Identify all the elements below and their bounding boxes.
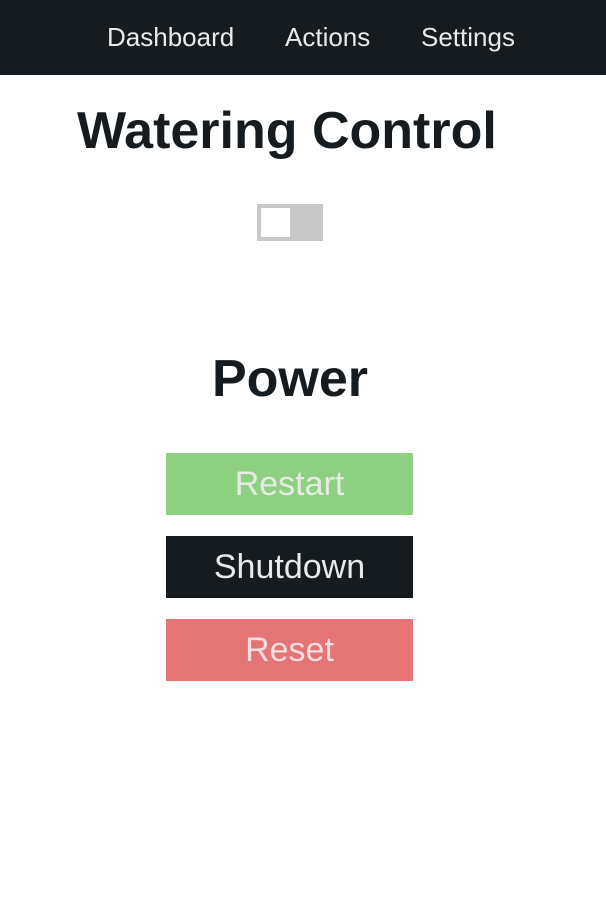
nav-item-dashboard[interactable]: Dashboard	[107, 21, 234, 53]
restart-button[interactable]: Restart	[166, 453, 413, 515]
top-nav-bar: Dashboard Actions Settings	[0, 0, 606, 75]
reset-button[interactable]: Reset	[166, 619, 413, 681]
watering-toggle-switch[interactable]	[257, 204, 323, 241]
watering-control-title: Watering Control	[77, 102, 497, 160]
nav-item-actions[interactable]: Actions	[285, 21, 370, 53]
power-title: Power	[211, 350, 369, 408]
shutdown-button[interactable]: Shutdown	[166, 536, 413, 598]
nav-item-settings[interactable]: Settings	[421, 21, 515, 53]
toggle-knob	[261, 208, 290, 237]
